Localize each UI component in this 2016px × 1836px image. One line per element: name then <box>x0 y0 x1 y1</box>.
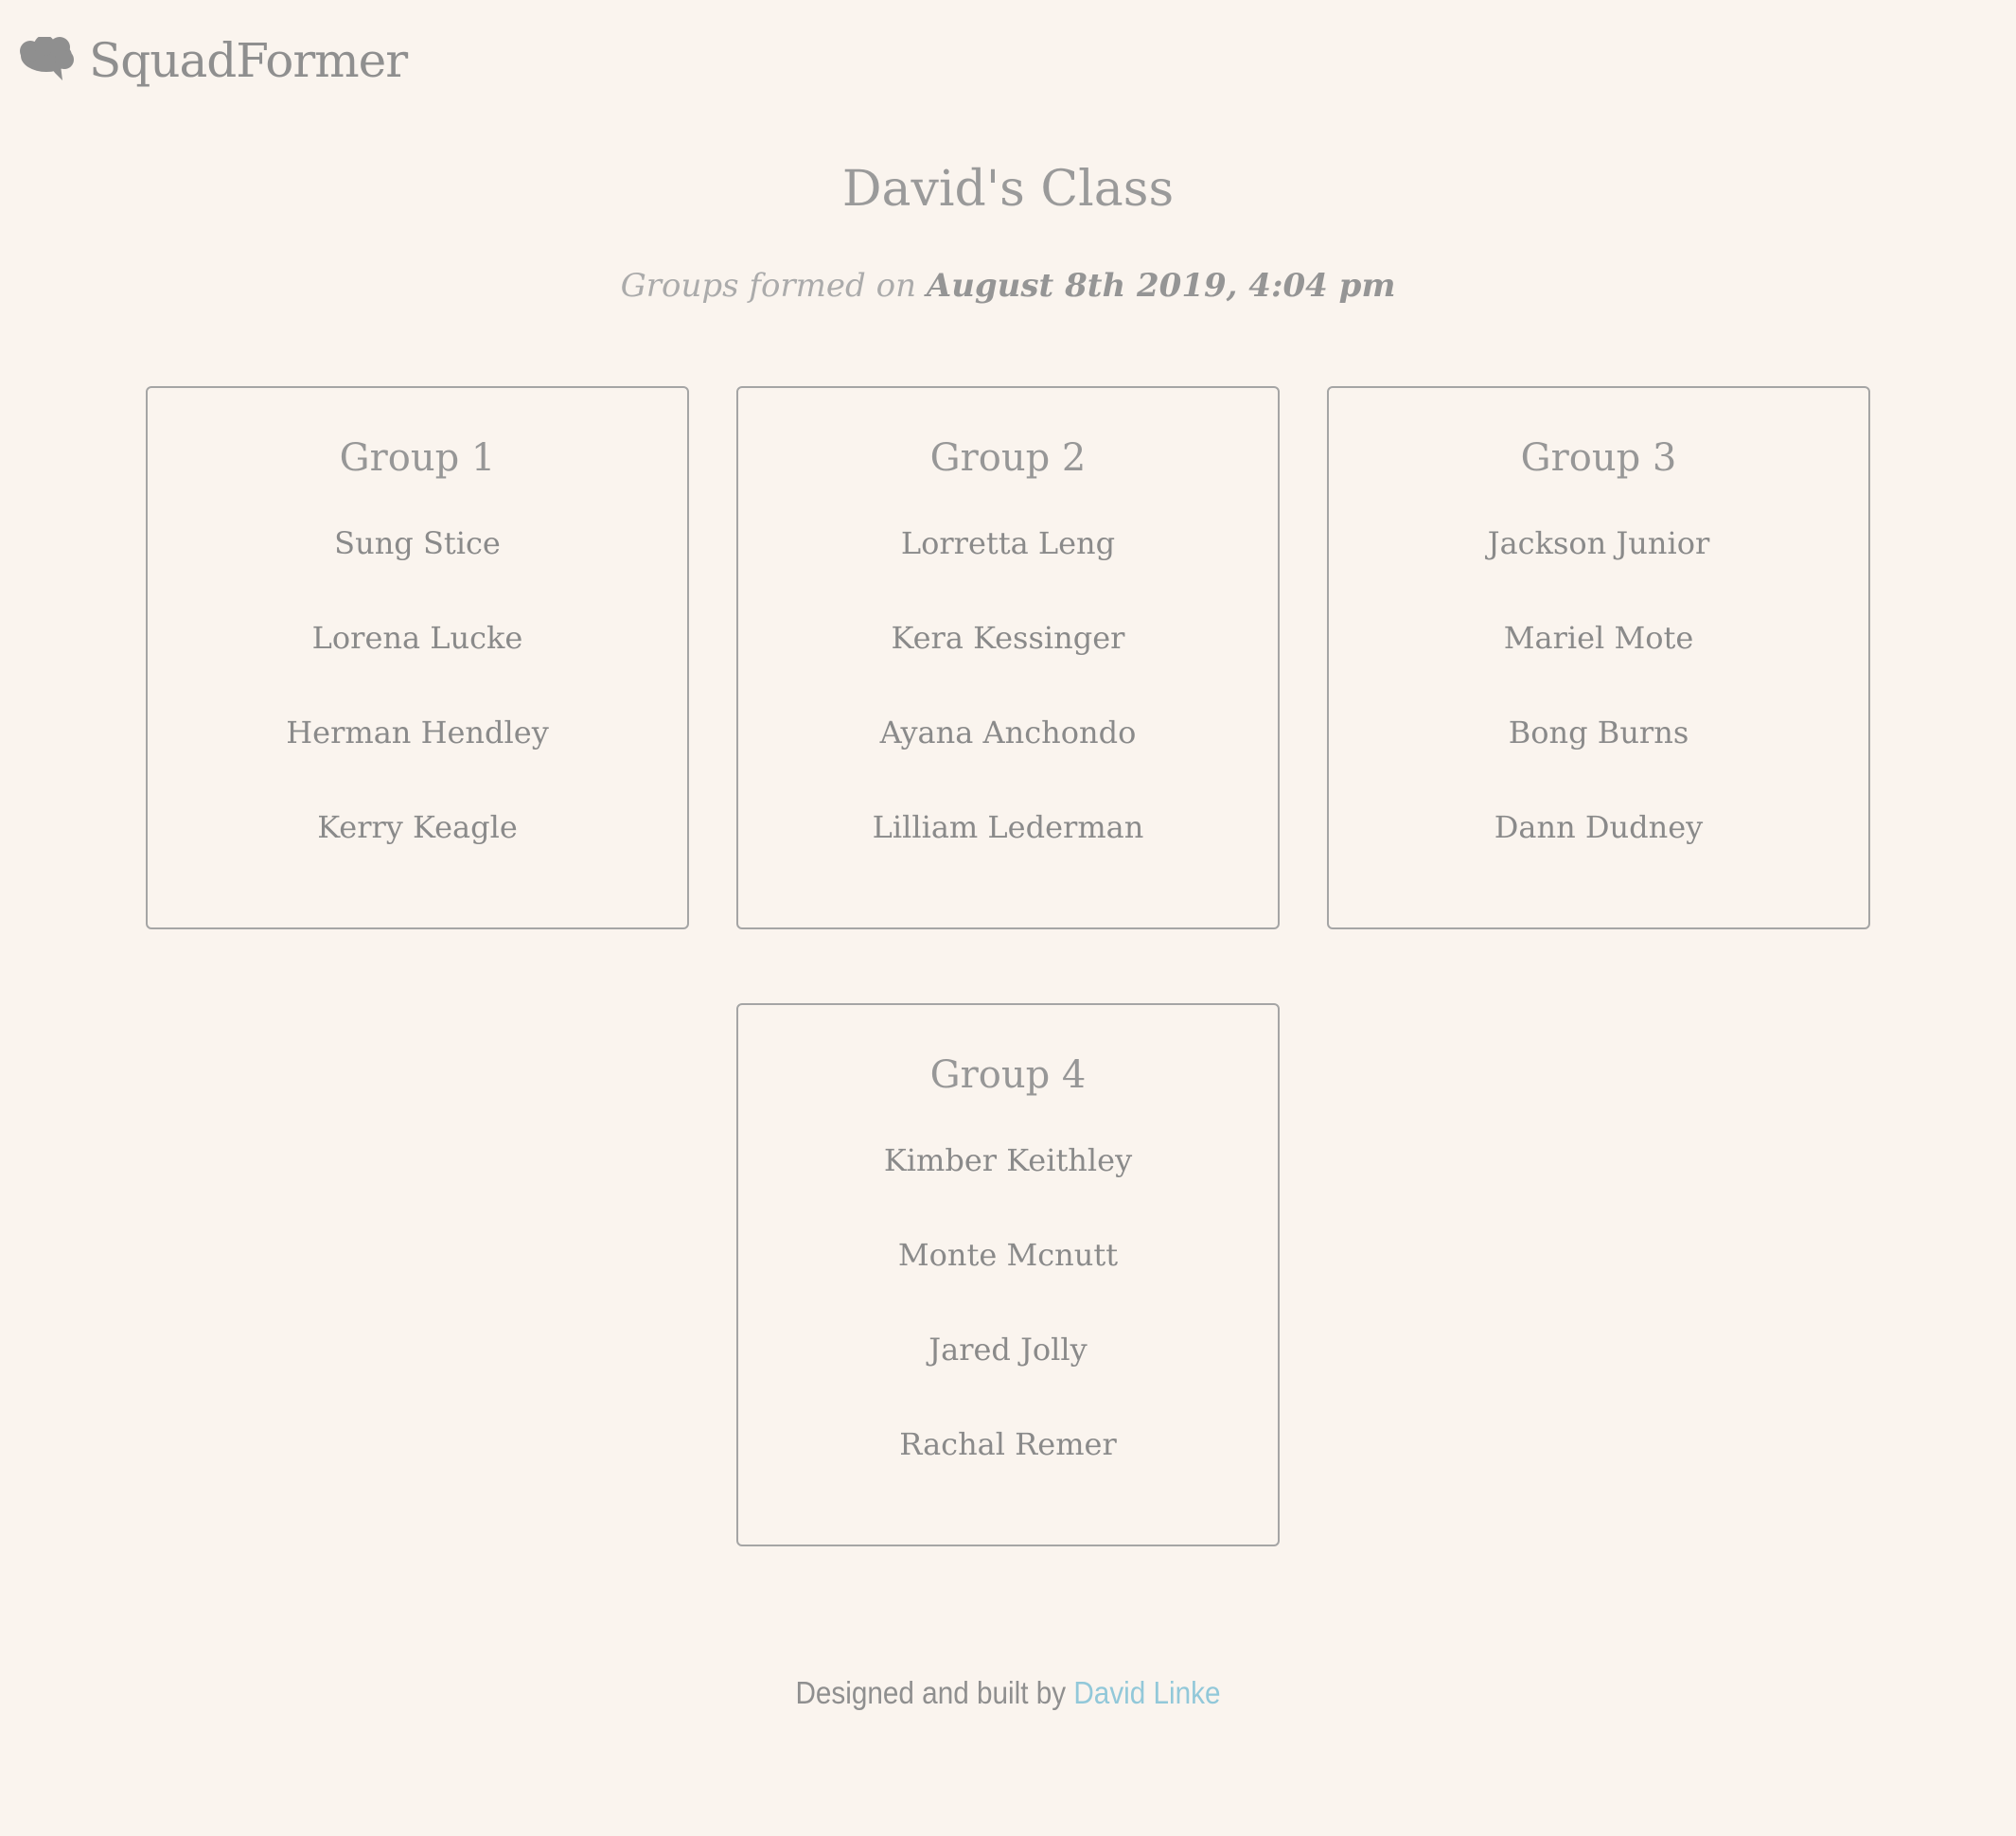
group-title: Group 3 <box>1520 436 1677 480</box>
member-name: Lorretta Leng <box>900 525 1116 561</box>
member-name: Kerry Keagle <box>317 809 518 845</box>
subtitle-prefix: Groups formed on <box>620 267 916 305</box>
group-card: Group 2 Lorretta Leng Kera Kessinger Aya… <box>736 386 1280 929</box>
member-name: Kimber Keithley <box>883 1142 1133 1178</box>
member-name: Jackson Junior <box>1487 525 1710 561</box>
member-name: Mariel Mote <box>1503 620 1694 656</box>
footer-text: Designed and built by <box>795 1675 1067 1710</box>
groups-grid: Group 1 Sung Stice Lorena Lucke Herman H… <box>146 386 1870 1546</box>
brand-logo-link[interactable]: SquadFormer <box>19 30 408 91</box>
member-name: Bong Burns <box>1508 715 1689 750</box>
member-list: Lorretta Leng Kera Kessinger Ayana Ancho… <box>738 524 1278 903</box>
member-name: Ayana Anchondo <box>879 715 1137 750</box>
member-list: Kimber Keithley Monte Mcnutt Jared Jolly… <box>738 1141 1278 1520</box>
member-name: Rachal Remer <box>899 1426 1117 1462</box>
member-name: Lorena Lucke <box>311 620 523 656</box>
site-footer: Designed and built by David Linke <box>101 1675 1916 1711</box>
page-title: David's Class <box>841 161 1175 218</box>
member-name: Monte Mcnutt <box>897 1237 1119 1273</box>
member-name: Dann Dudney <box>1494 809 1704 845</box>
member-name: Jared Jolly <box>928 1332 1088 1368</box>
member-name: Sung Stice <box>334 525 501 561</box>
formed-date: August 8th 2019, 4:04 pm <box>926 267 1396 305</box>
group-title: Group 1 <box>339 436 496 480</box>
group-card: Group 1 Sung Stice Lorena Lucke Herman H… <box>146 386 689 929</box>
group-title: Group 4 <box>929 1053 1087 1097</box>
brand-name: SquadFormer <box>89 33 408 88</box>
member-list: Jackson Junior Mariel Mote Bong Burns Da… <box>1329 524 1868 903</box>
member-list: Sung Stice Lorena Lucke Herman Hendley K… <box>148 524 687 903</box>
author-link[interactable]: David Linke <box>1073 1675 1220 1710</box>
member-name: Lilliam Lederman <box>872 809 1144 845</box>
member-name: Kera Kessinger <box>891 620 1125 656</box>
member-name: Herman Hendley <box>286 715 549 750</box>
group-title: Group 2 <box>929 436 1087 480</box>
brain-icon <box>20 37 74 80</box>
group-card: Group 4 Kimber Keithley Monte Mcnutt Jar… <box>736 1003 1280 1546</box>
group-card: Group 3 Jackson Junior Mariel Mote Bong … <box>1327 386 1870 929</box>
groups-formed-subtitle: Groups formed on August 8th 2019, 4:04 p… <box>0 267 2016 305</box>
